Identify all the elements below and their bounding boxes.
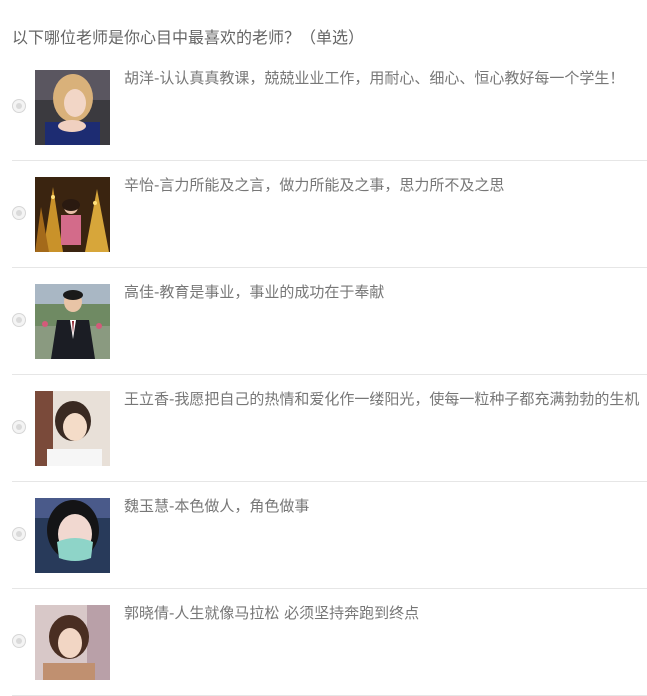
option-label: 胡洋-认认真真教课，兢兢业业工作，用耐心、细心、恒心教好每一个学生！ [124,69,625,87]
option-item[interactable]: 高佳-教育是事业，事业的成功在于奉献 [12,268,647,375]
option-label: 魏玉慧-本色做人，角色做事 [124,497,310,515]
option-label: 郭晓倩-人生就像马拉松 必须坚持奔跑到终点 [124,604,420,622]
option-item[interactable]: 魏玉慧-本色做人，角色做事 [12,482,647,589]
teacher-photo [35,498,110,573]
radio-button[interactable] [12,420,26,434]
option-item[interactable]: 辛怡-言力所能及之言，做力所能及之事，思力所不及之思 [12,161,647,268]
radio-button[interactable] [12,527,26,541]
option-label: 王立香-我愿把自己的热情和爱化作一缕阳光，使每一粒种子都充满勃勃的生机 [124,390,640,408]
options-list: 胡洋-认认真真教课，兢兢业业工作，用耐心、细心、恒心教好每一个学生！ 辛怡-言力… [0,54,647,696]
radio-button[interactable] [12,634,26,648]
teacher-photo [35,391,110,466]
radio-button[interactable] [12,313,26,327]
option-item[interactable]: 郭晓倩-人生就像马拉松 必须坚持奔跑到终点 [12,589,647,696]
option-item[interactable]: 王立香-我愿把自己的热情和爱化作一缕阳光，使每一粒种子都充满勃勃的生机 [12,375,647,482]
option-label: 高佳-教育是事业，事业的成功在于奉献 [124,283,385,301]
option-item[interactable]: 胡洋-认认真真教课，兢兢业业工作，用耐心、细心、恒心教好每一个学生！ [12,54,647,161]
teacher-photo [35,284,110,359]
teacher-photo [35,177,110,252]
option-label: 辛怡-言力所能及之言，做力所能及之事，思力所不及之思 [124,176,505,194]
radio-button[interactable] [12,99,26,113]
radio-button[interactable] [12,206,26,220]
teacher-photo [35,70,110,145]
question-title: 以下哪位老师是你心目中最喜欢的老师？（单选） [12,28,365,47]
teacher-photo [35,605,110,680]
